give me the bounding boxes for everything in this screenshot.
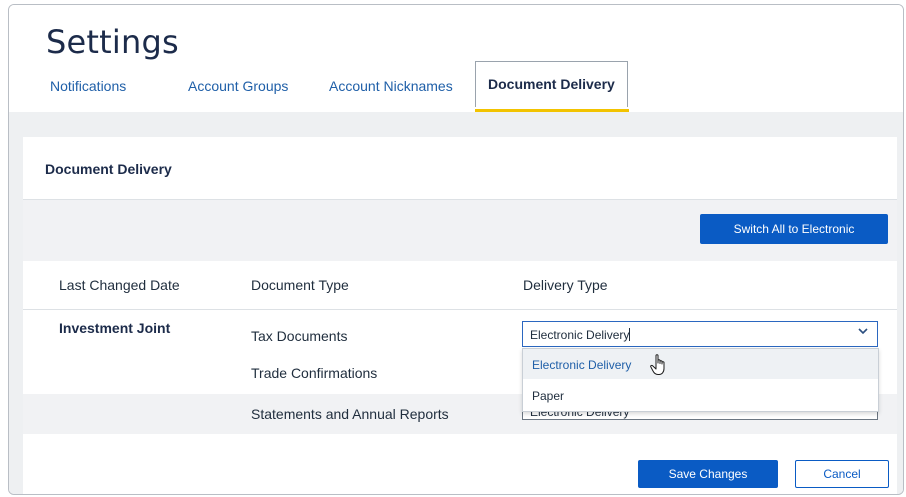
hand-pointer-icon [650,354,665,375]
text-cursor [629,328,631,341]
tab-notifications[interactable]: Notifications [50,78,126,94]
tab-account-nicknames[interactable]: Account Nicknames [329,78,453,94]
page-title: Settings [46,23,179,61]
tab-account-groups[interactable]: Account Groups [188,78,288,94]
cancel-button[interactable]: Cancel [795,460,889,488]
table-row: Investment Joint Tax Documents Electroni… [23,310,897,353]
tab-document-delivery[interactable]: Document Delivery [475,61,628,107]
document-type-label: Statements and Annual Reports [251,406,449,422]
dropdown-option-label: Paper [532,389,565,403]
switch-all-electronic-button[interactable]: Switch All to Electronic [700,214,888,244]
document-delivery-card: Document Delivery Switch All to Electron… [23,137,897,494]
action-bar: Switch All to Electronic [23,200,897,261]
account-name: Investment Joint [59,320,171,336]
document-type-label: Trade Confirmations [251,365,378,381]
column-header-last-changed: Last Changed Date [59,277,180,293]
dropdown-option-paper[interactable]: Paper [523,380,878,410]
delivery-type-value: Electronic Delivery [530,328,630,342]
column-header-document-type: Document Type [251,277,349,293]
settings-window: Settings Notifications Account Groups Ac… [8,4,904,495]
dropdown-option-electronic[interactable]: Electronic Delivery [523,349,878,379]
page-header: Settings Notifications Account Groups Ac… [9,5,903,112]
column-header-delivery-type: Delivery Type [523,277,608,293]
save-changes-button[interactable]: Save Changes [638,460,778,488]
settings-tabs: Notifications Account Groups Account Nic… [9,61,903,112]
table-header: Last Changed Date Document Type Delivery… [23,261,897,309]
section-title: Document Delivery [45,161,172,177]
delivery-type-dropdown: Electronic Delivery Paper [522,348,879,412]
document-type-label: Tax Documents [251,328,348,344]
dropdown-option-label: Electronic Delivery [532,358,632,372]
chevron-down-icon[interactable] [857,325,869,340]
delivery-type-select[interactable]: Electronic Delivery [522,321,878,347]
